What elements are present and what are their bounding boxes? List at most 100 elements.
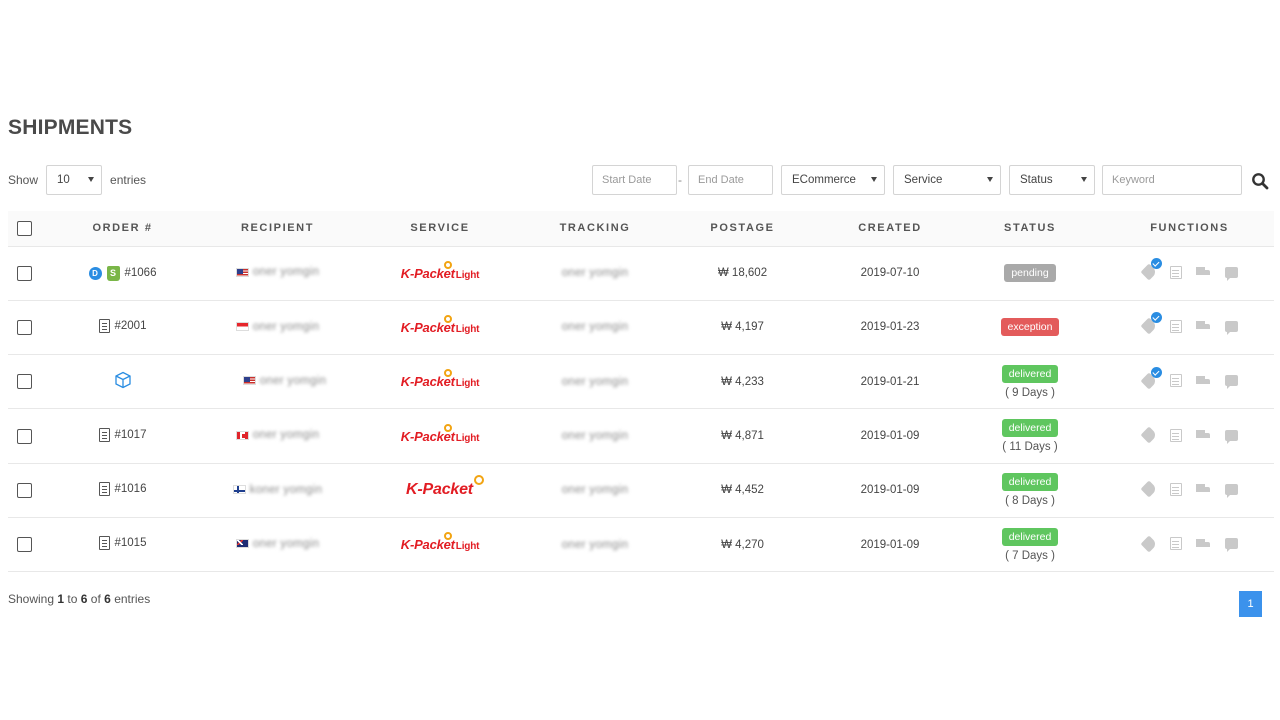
postage-cell: ₩ 4,270 — [660, 517, 825, 573]
status-select[interactable]: Status — [1009, 165, 1095, 195]
table-info: Showing 1 to 6 of 6 entries — [8, 592, 150, 606]
tracking-number[interactable]: oner yomgin — [562, 484, 629, 496]
postage-cell: ₩ 4,233 — [660, 354, 825, 410]
functions-cell — [1105, 517, 1274, 573]
k-packet-sun-icon — [444, 423, 453, 432]
order-number[interactable]: #1015 — [115, 537, 147, 549]
postage-cell: ₩ 4,871 — [660, 408, 825, 464]
recipient-cell: oner yomgin — [205, 354, 350, 410]
document-icon — [98, 536, 110, 551]
created-cell: 2019-01-09 — [825, 517, 955, 573]
row-select-cell — [8, 300, 40, 356]
ecommerce-select-value: ECommerce — [792, 174, 856, 186]
message-icon[interactable] — [1224, 320, 1238, 335]
order-number[interactable]: #1017 — [115, 429, 147, 441]
tracking-number[interactable]: oner yomgin — [562, 321, 629, 333]
service-suffix: Light — [455, 541, 480, 553]
order-number[interactable]: #1066 — [125, 267, 157, 279]
row-checkbox[interactable] — [16, 319, 32, 335]
tracking-number[interactable]: oner yomgin — [562, 430, 629, 442]
label-tag-button[interactable] — [1140, 366, 1162, 390]
chevron-down-icon — [1081, 177, 1087, 182]
message-icon[interactable] — [1224, 266, 1238, 281]
label-tag-button[interactable] — [1140, 426, 1157, 444]
column-header-postage[interactable]: POSTAGE — [660, 211, 825, 247]
table-header-row: ORDER # RECIPIENT SERVICE TRACKING POSTA… — [8, 211, 1274, 247]
status-select-value: Status — [1020, 174, 1053, 186]
tracking-number[interactable]: oner yomgin — [562, 539, 629, 551]
column-header-status[interactable]: STATUS — [955, 211, 1105, 247]
showing-to: 6 — [80, 592, 88, 606]
label-tag-button[interactable] — [1140, 258, 1162, 281]
order-number-group: #2001 — [98, 318, 147, 333]
end-date-input[interactable] — [688, 165, 773, 195]
order-cell — [40, 354, 205, 410]
created-cell: 2019-07-10 — [825, 246, 955, 301]
invoice-icon[interactable] — [1169, 319, 1182, 333]
message-icon[interactable] — [1224, 429, 1238, 444]
message-icon[interactable] — [1224, 538, 1238, 553]
start-date-input[interactable] — [592, 165, 677, 195]
entries-select[interactable]: 10 — [46, 165, 103, 195]
label-tag-button[interactable] — [1140, 480, 1157, 498]
order-number[interactable]: #2001 — [115, 320, 147, 332]
entries-select-value: 10 — [57, 174, 70, 186]
label-tag-button[interactable] — [1140, 312, 1162, 335]
truck-icon[interactable] — [1195, 538, 1211, 549]
service-cell: K-Packet — [350, 463, 530, 518]
date-separator: - — [678, 173, 682, 187]
service-cell: K-Packet Light — [350, 354, 530, 410]
select-all-checkbox[interactable] — [16, 220, 32, 236]
column-header-recipient[interactable]: RECIPIENT — [205, 211, 350, 247]
chevron-down-icon — [987, 177, 993, 182]
status-cell: delivered ( 7 Days ) — [955, 517, 1105, 573]
au-flag-icon — [235, 539, 249, 549]
recipient-name: oner yomgin — [259, 374, 327, 387]
row-checkbox[interactable] — [16, 428, 32, 444]
recipient-cell: oner yomgin — [205, 300, 350, 356]
message-icon[interactable] — [1224, 375, 1238, 390]
row-checkbox[interactable] — [16, 482, 32, 498]
column-header-order[interactable]: ORDER # — [40, 211, 205, 247]
service-name: K-Packet — [406, 481, 473, 499]
column-header-tracking[interactable]: TRACKING — [530, 211, 660, 247]
invoice-icon[interactable] — [1169, 482, 1182, 496]
tracking-number[interactable]: oner yomgin — [562, 376, 629, 388]
truck-icon[interactable] — [1195, 430, 1211, 440]
row-checkbox[interactable] — [16, 537, 32, 553]
truck-icon[interactable] — [1195, 375, 1211, 386]
recipient-cell: oner yomgin — [205, 408, 350, 464]
invoice-icon[interactable] — [1169, 537, 1182, 551]
message-icon[interactable] — [1224, 483, 1238, 498]
page-title: SHIPMENTS — [8, 116, 133, 139]
check-icon — [1150, 366, 1162, 378]
created-cell: 2019-01-21 — [825, 354, 955, 410]
tracking-cell: oner yomgin — [530, 246, 660, 301]
invoice-icon[interactable] — [1169, 374, 1182, 388]
status-badge: delivered — [1001, 473, 1059, 492]
order-cell: #1017 — [40, 408, 205, 464]
label-tag-button[interactable] — [1140, 535, 1157, 553]
invoice-icon[interactable] — [1169, 428, 1182, 442]
postage-cell: ₩ 4,197 — [660, 300, 825, 356]
pagination-page-button[interactable]: 1 — [1239, 591, 1262, 617]
service-suffix: Light — [455, 269, 480, 281]
row-checkbox[interactable] — [16, 265, 32, 281]
order-number-group: #1017 — [98, 427, 147, 442]
column-header-service[interactable]: SERVICE — [350, 211, 530, 247]
service-logo: K-Packet Light — [401, 260, 480, 281]
tracking-number[interactable]: oner yomgin — [562, 267, 629, 279]
invoice-icon[interactable] — [1169, 265, 1182, 279]
search-icon[interactable] — [1251, 172, 1269, 190]
truck-icon[interactable] — [1195, 267, 1211, 277]
created-cell: 2019-01-09 — [825, 408, 955, 464]
showing-to-word: to — [67, 592, 78, 606]
order-number[interactable]: #1016 — [115, 483, 147, 495]
truck-icon[interactable] — [1195, 321, 1211, 331]
truck-icon[interactable] — [1195, 484, 1211, 494]
row-checkbox[interactable] — [16, 374, 32, 390]
column-header-created[interactable]: CREATED — [825, 211, 955, 247]
ecommerce-select[interactable]: ECommerce — [781, 165, 885, 195]
keyword-input[interactable] — [1102, 165, 1242, 195]
service-select[interactable]: Service — [893, 165, 1001, 195]
